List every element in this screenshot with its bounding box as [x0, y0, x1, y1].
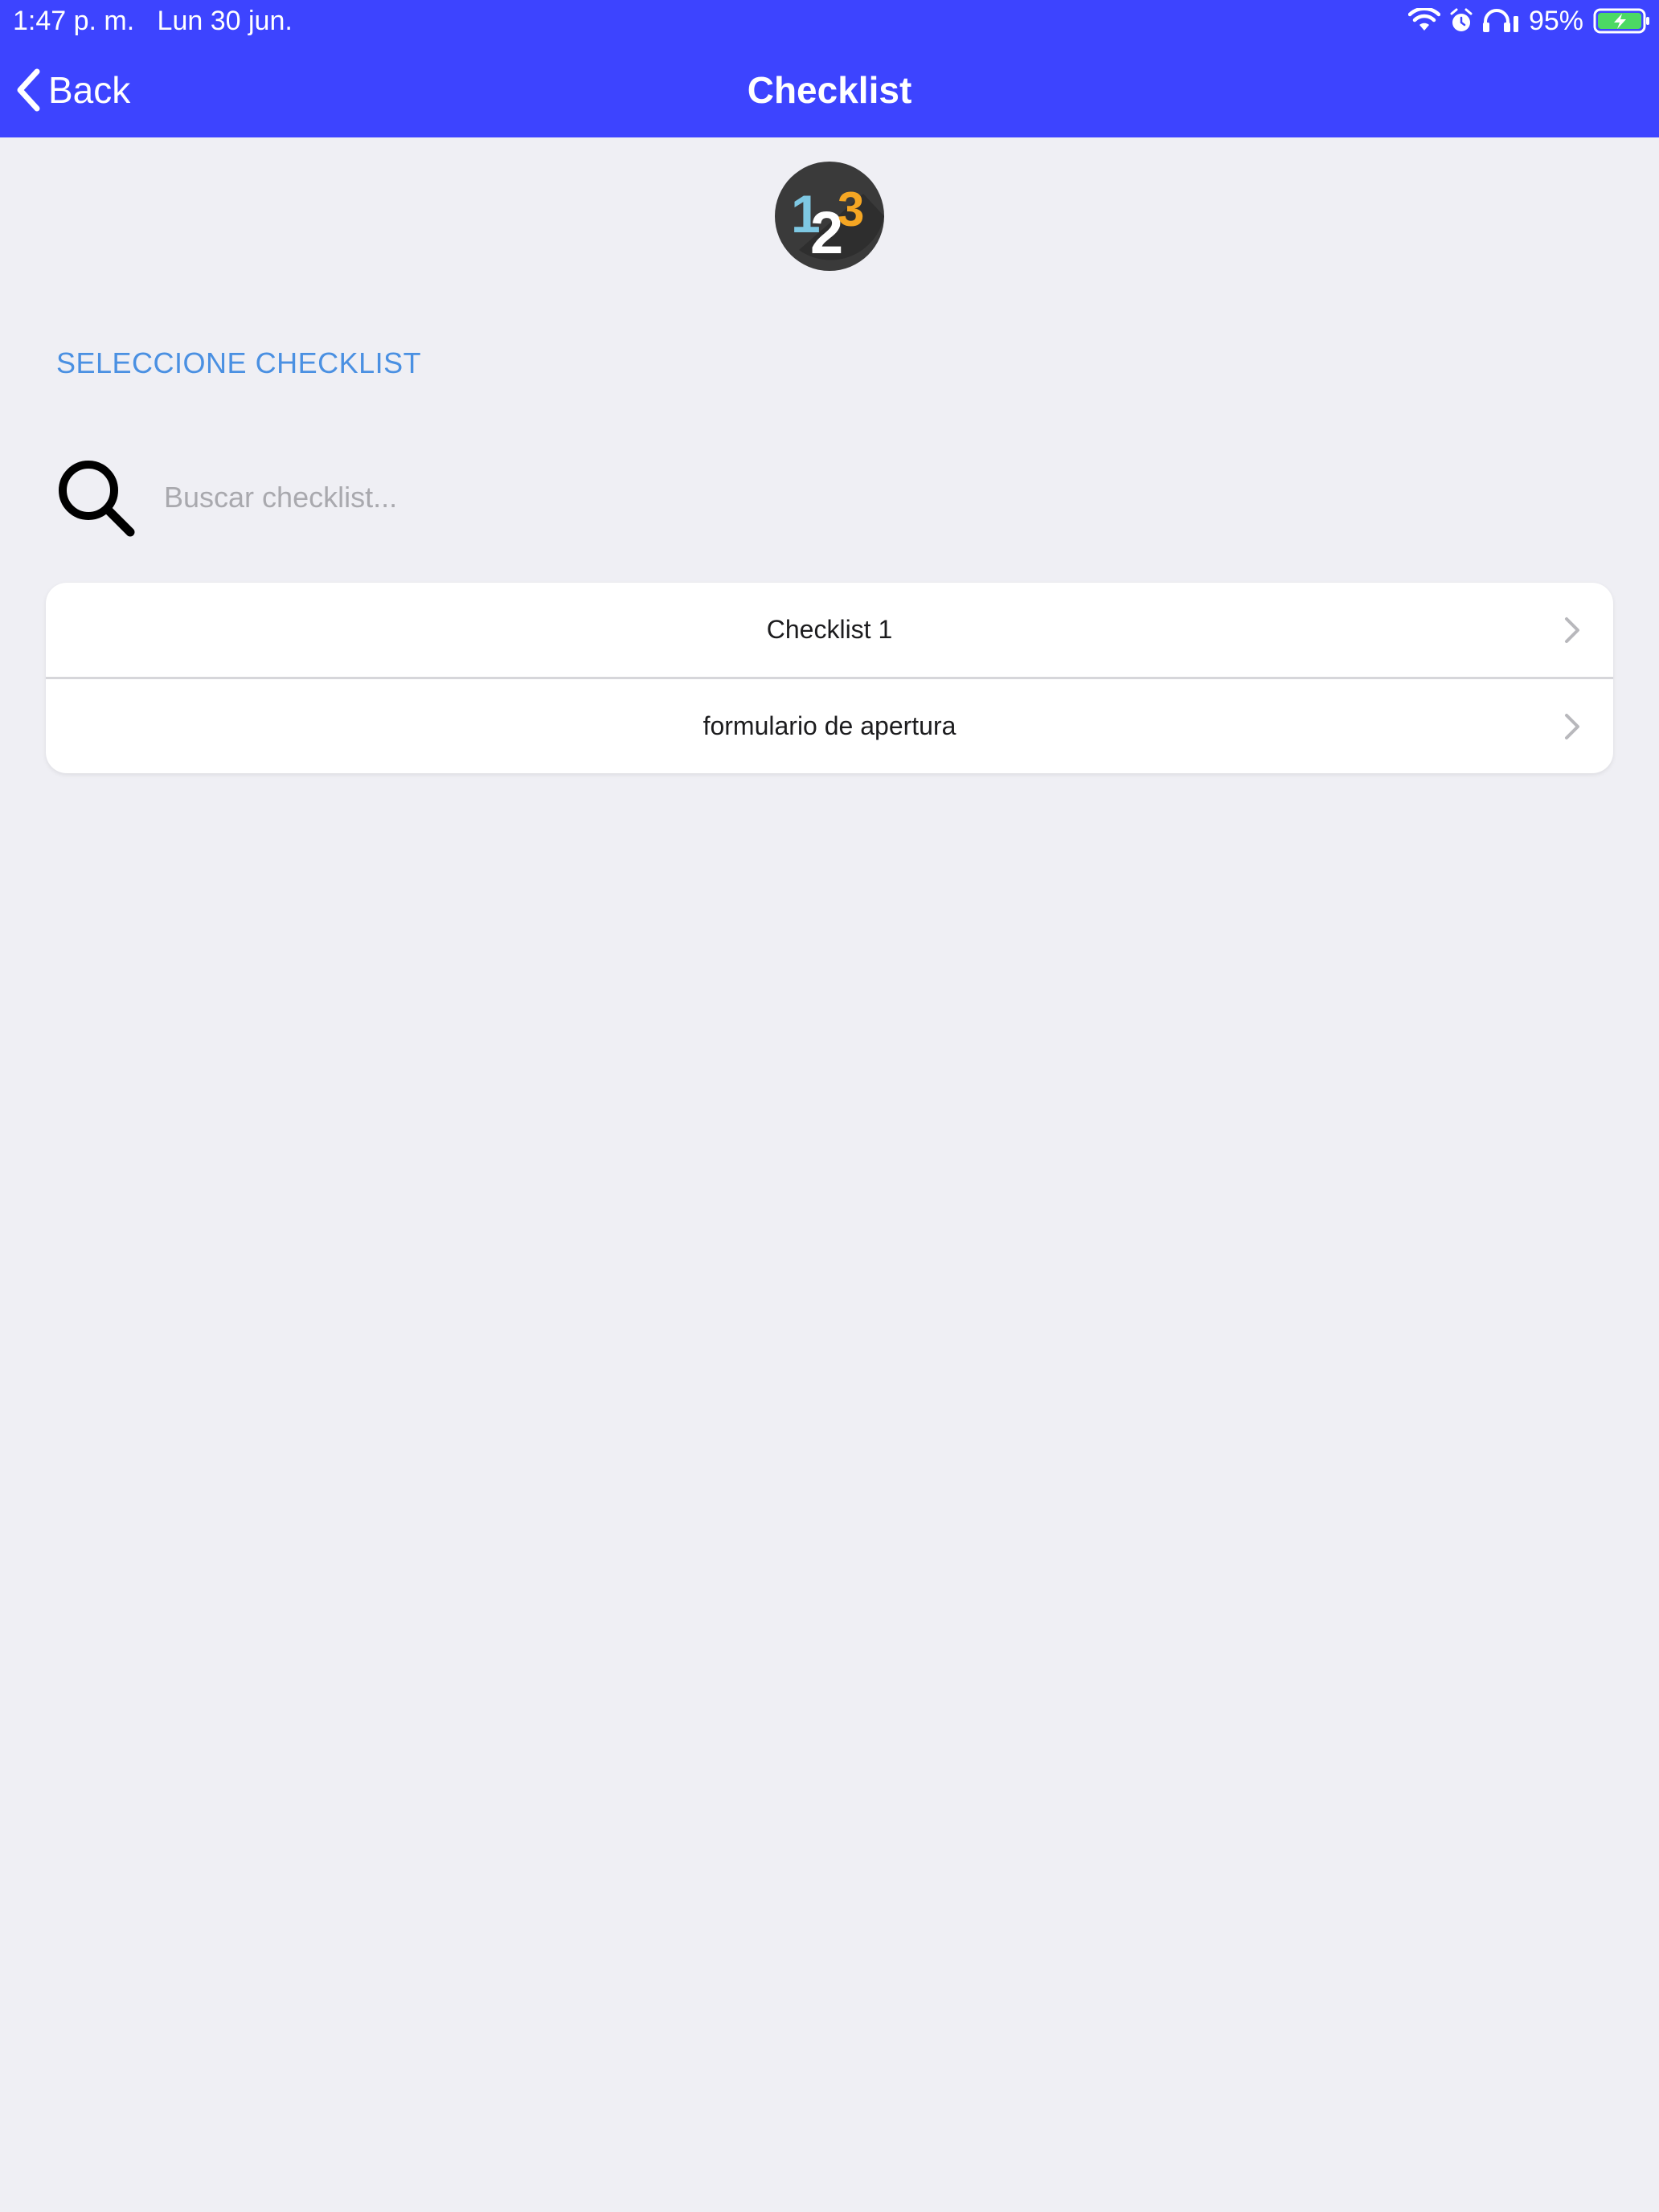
checklist-list: Checklist 1 formulario de apertura [46, 583, 1613, 773]
status-date: Lun 30 jun. [157, 6, 293, 36]
app-logo: 1 2 3 [775, 162, 884, 271]
section-header: SELECCIONE CHECKLIST [56, 346, 422, 379]
search-icon [59, 461, 135, 537]
status-icons: 95% [1407, 5, 1651, 37]
list-item-label: Checklist 1 [766, 615, 893, 644]
list-item-label: formulario de apertura [703, 711, 956, 740]
status-clock: 1:47 p. m. [13, 6, 135, 36]
page-title: Checklist [747, 69, 912, 111]
top-bar: 1:47 p. m. Lun 30 jun. 95% Back Checklis… [0, 0, 1659, 137]
status-time: 1:47 p. m. Lun 30 jun. [13, 5, 293, 37]
wifi-icon [1407, 8, 1440, 31]
list-item-formulario-de-apertura[interactable]: formulario de apertura [46, 677, 1613, 773]
logo-digit-three: 3 [838, 182, 864, 236]
search-input[interactable] [162, 473, 1532, 522]
chevron-right-icon [1565, 616, 1579, 643]
headphones-icon [1482, 9, 1518, 32]
alarm-icon [1450, 8, 1473, 31]
battery-percent: 95% [1528, 6, 1583, 36]
chevron-right-icon [1565, 713, 1579, 739]
battery-charging-icon [1593, 8, 1649, 34]
list-item-checklist-1[interactable]: Checklist 1 [46, 583, 1613, 677]
